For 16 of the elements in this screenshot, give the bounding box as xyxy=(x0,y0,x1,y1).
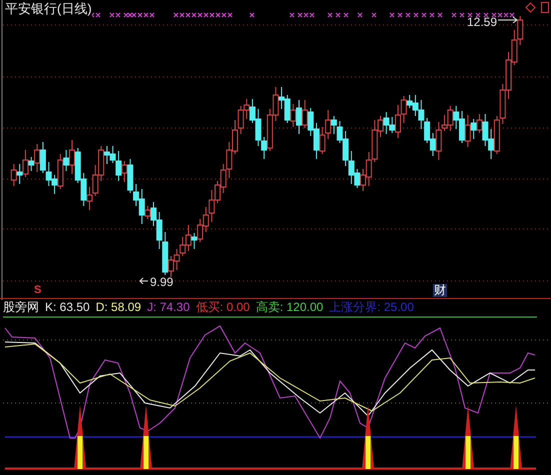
indicator-value: D: 58.09 xyxy=(96,300,142,314)
low-price-label: 9.99 xyxy=(150,275,174,289)
news-badge: 财 xyxy=(433,284,447,297)
indicator-value: 低买: 0.00 xyxy=(196,298,250,316)
indicator-value: J: 74.30 xyxy=(147,300,190,314)
arrow-icon xyxy=(139,277,149,284)
indicator-value: 上涨分界: 25.00 xyxy=(329,298,414,316)
high-price-label: 12.59 xyxy=(467,15,498,29)
window-icon[interactable] xyxy=(541,2,549,13)
stock-title: 平安银行(日线) xyxy=(5,0,92,18)
signal-marker: S xyxy=(34,284,42,296)
diamond-icon[interactable] xyxy=(525,2,536,13)
arrow-icon xyxy=(497,16,519,23)
indicator-value: K: 63.50 xyxy=(45,300,90,314)
indicator-value: 高卖: 120.00 xyxy=(256,298,324,316)
indicator-name: 股旁网 xyxy=(3,298,39,316)
